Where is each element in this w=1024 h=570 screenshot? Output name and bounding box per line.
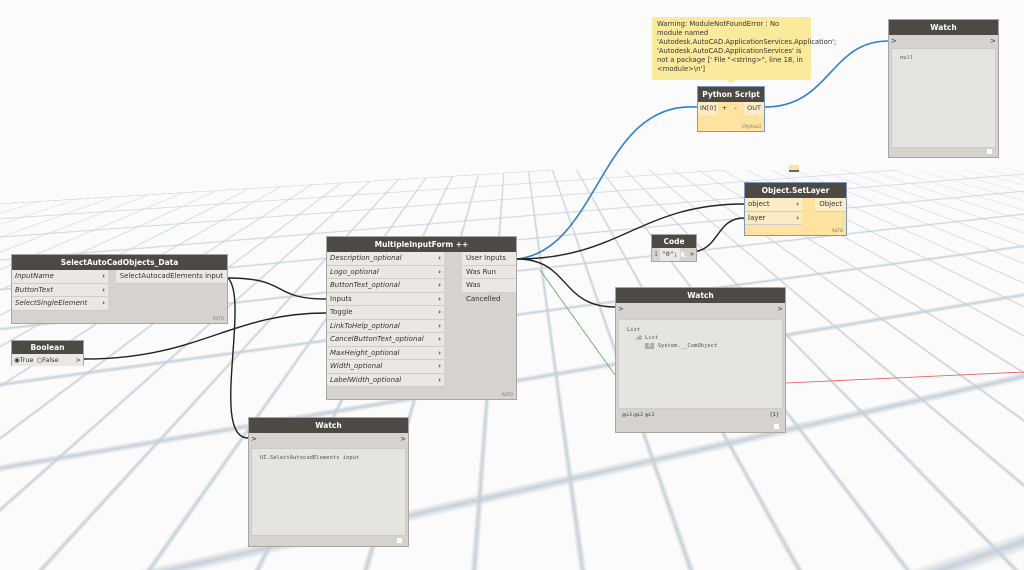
wire-watch-mid <box>516 258 616 308</box>
output-port[interactable]: > <box>76 354 83 366</box>
output-port[interactable]: SelectAutocadElements input <box>115 270 227 284</box>
wire-inputs <box>227 277 327 300</box>
output-port[interactable]: > <box>400 435 406 443</box>
input-port-buttontext[interactable]: ButtonText › <box>12 283 108 297</box>
boolean-node[interactable]: Boolean ◉True ○False > <box>11 340 84 366</box>
output-port[interactable]: > <box>777 305 783 313</box>
x-axis-line <box>785 371 1024 384</box>
input-port[interactable]: Toggle › <box>327 306 444 320</box>
input-port[interactable]: MaxHeight_optional › <box>327 346 444 360</box>
watch-node-top[interactable]: Watch > > null <box>888 19 999 158</box>
object-setlayer-node[interactable]: Object.SetLayer object › layer › Object AU… <box>744 182 847 236</box>
output-port[interactable]: > <box>990 37 996 45</box>
y-axis-line <box>539 269 616 376</box>
radio-true[interactable]: ◉True <box>14 354 33 366</box>
add-input-button[interactable]: + <box>718 102 731 115</box>
input-port[interactable]: > <box>891 37 897 45</box>
wire-watch-bot <box>227 277 249 439</box>
input-port-in0[interactable]: IN[0] <box>698 102 718 115</box>
multiple-input-form-node[interactable]: MultipleInputForm ++ Description_optiona… <box>326 236 517 400</box>
output-port-object[interactable]: Object <box>815 198 846 212</box>
input-port-object[interactable]: object › <box>745 198 802 212</box>
input-port[interactable]: Width_optional › <box>327 360 444 374</box>
input-port[interactable]: Description_optional › <box>327 252 444 266</box>
input-port[interactable]: LabelWidth_optional › <box>327 373 444 387</box>
select-autocad-objects-node[interactable]: SelectAutoCadObjects_Data InputName › But… <box>11 254 228 324</box>
python-script-node[interactable]: Python Script IN[0] + - OUT CPython3 <box>697 86 765 132</box>
wire-setlayer-layer <box>689 217 745 253</box>
wire-setlayer-object <box>516 203 745 260</box>
watch-output: UI.SelectAutocadElements input <box>251 448 406 536</box>
input-port[interactable]: Inputs › <box>327 292 444 306</box>
code-block-node[interactable]: Code Block 1 "0"; > <box>651 234 697 262</box>
input-port[interactable]: > <box>618 305 624 313</box>
input-port-selectsingle[interactable]: SelectSingleElement › <box>12 297 108 311</box>
input-port[interactable]: Logo_optional › <box>327 265 444 279</box>
radio-false[interactable]: ○False <box>36 354 58 366</box>
watch-output: List ⌄@ List 0 System.__ComObject <box>618 319 783 409</box>
code-editor[interactable]: "0"; <box>659 248 680 261</box>
watch-node-middle[interactable]: Watch > > List ⌄@ List 0 System.__ComObj… <box>615 287 786 433</box>
output-port-out[interactable]: OUT <box>744 102 764 115</box>
output-port[interactable]: Was Run <box>462 265 516 279</box>
output-port[interactable]: > <box>690 248 696 261</box>
input-port-inputname[interactable]: InputName › <box>12 270 108 284</box>
remove-input-button[interactable]: - <box>731 102 739 115</box>
input-port[interactable]: > <box>251 435 257 443</box>
resize-handle[interactable] <box>397 538 402 543</box>
input-port-layer[interactable]: layer › <box>745 211 802 225</box>
resize-handle[interactable] <box>774 424 779 429</box>
output-port[interactable]: Was Cancelled <box>462 279 516 303</box>
input-port[interactable]: LinkToHelp_optional › <box>327 319 444 333</box>
watch-output: null <box>891 48 996 148</box>
info-bubble[interactable] <box>789 165 799 172</box>
watch-node-bottom[interactable]: Watch > > UI.SelectAutocadElements input <box>248 417 409 547</box>
input-port[interactable]: CancelButtonText_optional › <box>327 333 444 347</box>
resize-handle[interactable] <box>987 149 992 154</box>
input-port[interactable]: ButtonText_optional › <box>327 279 444 293</box>
warning-tooltip: Warning: ModuleNotFoundError : No module… <box>652 17 836 80</box>
output-port[interactable]: User Inputs <box>462 252 516 266</box>
